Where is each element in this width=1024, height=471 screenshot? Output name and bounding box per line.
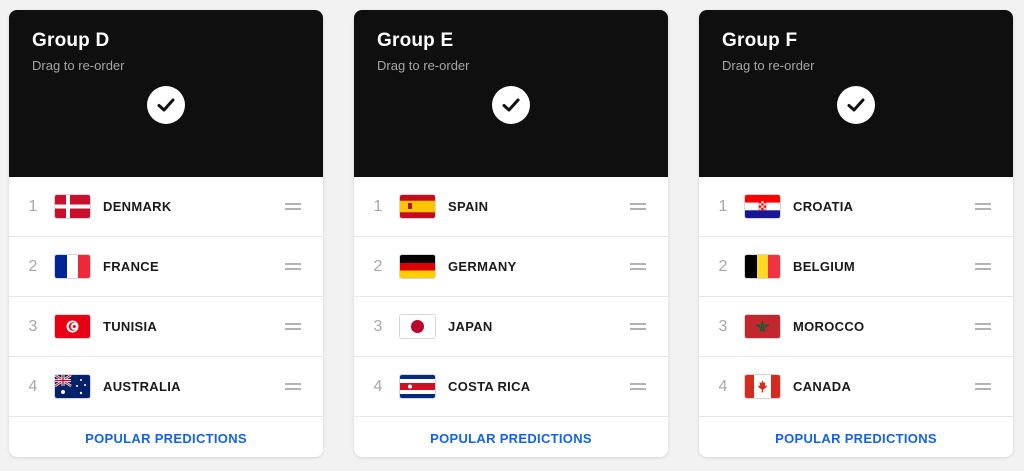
rank-number: 3 (28, 317, 38, 335)
germany-flag-icon (400, 255, 435, 278)
team-name: BELGIUM (793, 259, 856, 274)
croatia-flag-icon (745, 195, 780, 218)
team-name: COSTA RICA (448, 379, 531, 394)
team-row-spain[interactable]: 1 SPAIN (354, 177, 668, 237)
drag-handle-icon[interactable] (975, 323, 991, 330)
group-subtitle: Drag to re-order (722, 58, 815, 73)
morocco-flag-icon (745, 315, 780, 338)
team-name: TUNISIA (103, 319, 158, 334)
rank-number: 4 (28, 377, 38, 395)
team-row-canada[interactable]: 4 CANADA (699, 357, 1013, 417)
spain-flag-icon (400, 195, 435, 218)
team-row-australia[interactable]: 4 AUSTRALIA (9, 357, 323, 417)
team-row-tunisia[interactable]: 3 TUNISIA (9, 297, 323, 357)
team-row-belgium[interactable]: 2 BELGIUM (699, 237, 1013, 297)
group-card-d: Group D Drag to re-order 1 DENMARK 2 FRA… (9, 10, 323, 457)
team-name: AUSTRALIA (103, 379, 181, 394)
drag-handle-icon[interactable] (630, 203, 646, 210)
team-name: FRANCE (103, 259, 159, 274)
group-subtitle: Drag to re-order (32, 58, 125, 73)
rank-number: 2 (718, 257, 728, 275)
australia-flag-icon (55, 375, 90, 398)
team-row-morocco[interactable]: 3 MOROCCO (699, 297, 1013, 357)
drag-handle-icon[interactable] (975, 263, 991, 270)
costa-rica-flag-icon (400, 375, 435, 398)
belgium-flag-icon (745, 255, 780, 278)
group-header: Group E Drag to re-order (354, 10, 668, 177)
rank-number: 3 (718, 317, 728, 335)
drag-handle-icon[interactable] (630, 263, 646, 270)
drag-handle-icon[interactable] (975, 383, 991, 390)
team-row-croatia[interactable]: 1 CROATIA (699, 177, 1013, 237)
rank-number: 2 (373, 257, 383, 275)
france-flag-icon (55, 255, 90, 278)
drag-handle-icon[interactable] (285, 263, 301, 270)
popular-predictions-link[interactable]: POPULAR PREDICTIONS (354, 417, 668, 457)
team-name: JAPAN (448, 319, 493, 334)
popular-predictions-link[interactable]: POPULAR PREDICTIONS (9, 417, 323, 457)
group-header: Group F Drag to re-order (699, 10, 1013, 177)
drag-handle-icon[interactable] (630, 383, 646, 390)
tunisia-flag-icon (55, 315, 90, 338)
rank-number: 4 (373, 377, 383, 395)
group-title: Group F (722, 30, 798, 51)
check-icon[interactable] (492, 86, 530, 124)
team-row-france[interactable]: 2 FRANCE (9, 237, 323, 297)
team-name: MOROCCO (793, 319, 865, 334)
rank-number: 3 (373, 317, 383, 335)
denmark-flag-icon (55, 195, 90, 218)
team-name: SPAIN (448, 199, 489, 214)
group-title: Group D (32, 30, 110, 51)
rank-number: 1 (373, 197, 383, 215)
team-row-japan[interactable]: 3 JAPAN (354, 297, 668, 357)
group-header: Group D Drag to re-order (9, 10, 323, 177)
team-name: CROATIA (793, 199, 854, 214)
check-icon[interactable] (147, 86, 185, 124)
team-row-denmark[interactable]: 1 DENMARK (9, 177, 323, 237)
rank-number: 1 (28, 197, 38, 215)
drag-handle-icon[interactable] (975, 203, 991, 210)
drag-handle-icon[interactable] (285, 203, 301, 210)
rank-number: 4 (718, 377, 728, 395)
team-row-germany[interactable]: 2 GERMANY (354, 237, 668, 297)
team-row-costa-rica[interactable]: 4 COSTA RICA (354, 357, 668, 417)
check-icon[interactable] (837, 86, 875, 124)
group-subtitle: Drag to re-order (377, 58, 470, 73)
team-name: GERMANY (448, 259, 517, 274)
rank-number: 1 (718, 197, 728, 215)
drag-handle-icon[interactable] (285, 383, 301, 390)
popular-predictions-link[interactable]: POPULAR PREDICTIONS (699, 417, 1013, 457)
group-title: Group E (377, 30, 454, 51)
drag-handle-icon[interactable] (285, 323, 301, 330)
rank-number: 2 (28, 257, 38, 275)
group-card-f: Group F Drag to re-order 1 CROATIA 2 BEL… (699, 10, 1013, 457)
team-name: CANADA (793, 379, 852, 394)
japan-flag-icon (400, 315, 435, 338)
drag-handle-icon[interactable] (630, 323, 646, 330)
canada-flag-icon (745, 375, 780, 398)
team-name: DENMARK (103, 199, 172, 214)
group-card-e: Group E Drag to re-order 1 SPAIN 2 GERMA… (354, 10, 668, 457)
